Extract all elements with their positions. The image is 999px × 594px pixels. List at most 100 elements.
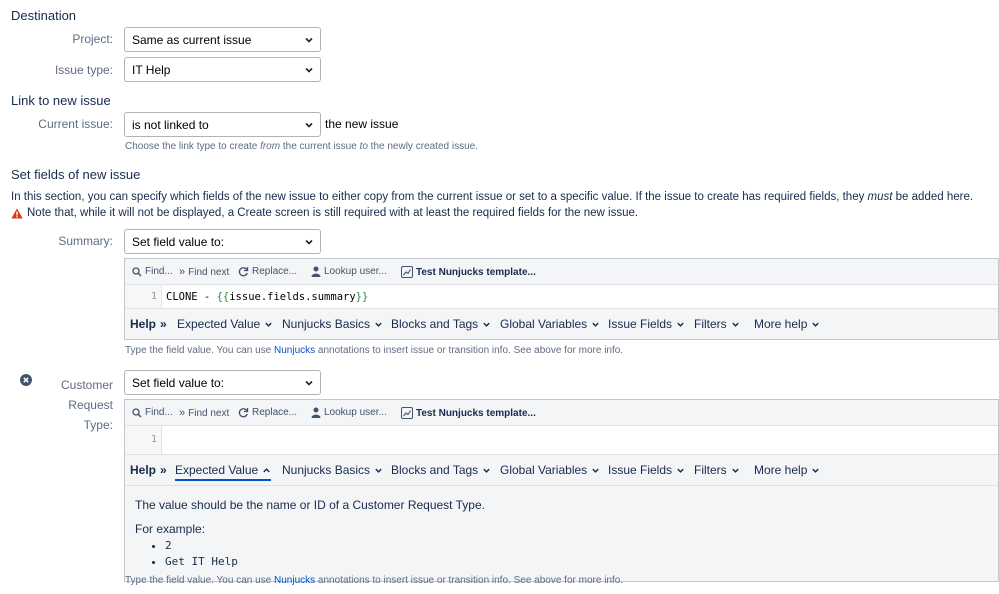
tab-nunjucks-basics[interactable]: Nunjucks Basics <box>282 317 383 331</box>
chevron-down-icon <box>677 468 684 473</box>
tab-global-variables[interactable]: Global Variables <box>500 463 600 477</box>
chevron-down-icon <box>592 468 599 473</box>
issue-type-select-value: IT Help <box>132 63 171 77</box>
customer-request-editor: Find... » Find next Replace... Lookup us… <box>124 399 999 582</box>
double-chevron-icon: » <box>179 407 186 419</box>
chevron-down-icon <box>265 322 272 327</box>
project-select[interactable]: Same as current issue <box>124 27 321 52</box>
help-bar: Help» Expected Value Nunjucks Basics Blo… <box>125 455 998 485</box>
chevron-down-icon <box>305 239 313 245</box>
nunjucks-link[interactable]: Nunjucks <box>274 345 315 356</box>
current-issue-label: Current issue: <box>38 117 113 131</box>
replace-button[interactable]: Replace... <box>238 266 297 277</box>
link-heading: Link to new issue <box>11 93 111 108</box>
summary-code: CLONE - {{issue.fields.summary}} <box>166 291 369 303</box>
test-template-button[interactable]: Test Nunjucks template... <box>401 407 536 419</box>
tab-blocks-tags[interactable]: Blocks and Tags <box>391 317 491 331</box>
tab-nunjucks-basics[interactable]: Nunjucks Basics <box>282 463 383 477</box>
test-template-button[interactable]: Test Nunjucks template... <box>401 266 536 278</box>
chevron-down-icon <box>305 380 313 386</box>
chevron-down-icon <box>375 322 382 327</box>
chart-icon <box>401 407 413 419</box>
customer-request-type-label: Customer Request Type: <box>60 378 113 432</box>
summary-label: Summary: <box>58 234 113 248</box>
chevron-down-icon <box>731 468 739 473</box>
link-help-text: Choose the link type to create from the … <box>125 141 478 152</box>
example-list: 2 Get IT Help <box>135 539 988 568</box>
chevron-down-icon <box>812 468 820 473</box>
customer-request-mode-select-value: Set field value to: <box>132 376 225 390</box>
tab-expected-value[interactable]: Expected Value <box>177 317 273 331</box>
tab-filters[interactable]: Filters <box>694 463 740 477</box>
project-label: Project: <box>72 32 113 46</box>
warning-icon <box>11 208 23 218</box>
line-number: 1 <box>125 285 162 308</box>
tab-expected-value[interactable]: Expected Value <box>175 463 272 481</box>
user-icon <box>311 266 321 277</box>
find-button[interactable]: Find... <box>132 266 173 277</box>
nunjucks-link[interactable]: Nunjucks <box>274 575 315 586</box>
example-heading: For example: <box>135 522 206 536</box>
tab-issue-fields[interactable]: Issue Fields <box>608 463 685 477</box>
expected-value-panel: The value should be the name or ID of a … <box>125 485 998 581</box>
link-type-select[interactable]: is not linked to <box>124 112 321 137</box>
project-select-value: Same as current issue <box>132 33 252 47</box>
tab-global-variables[interactable]: Global Variables <box>500 317 600 331</box>
double-chevron-icon: » <box>179 266 186 278</box>
chart-icon <box>401 266 413 278</box>
chevron-down-icon <box>305 67 313 73</box>
set-fields-heading: Set fields of new issue <box>11 167 141 182</box>
find-button[interactable]: Find... <box>132 407 173 418</box>
lookup-user-button[interactable]: Lookup user... <box>311 407 387 418</box>
chevron-down-icon <box>305 122 313 128</box>
chevron-down-icon <box>483 322 490 327</box>
chevron-up-icon <box>263 467 270 472</box>
expected-value-description: The value should be the name or ID of a … <box>135 498 485 512</box>
link-type-select-value: is not linked to <box>132 118 209 132</box>
find-next-button[interactable]: » Find next <box>179 407 229 419</box>
lookup-user-button[interactable]: Lookup user... <box>311 266 387 277</box>
list-item: 2 <box>165 539 988 552</box>
help-toggle[interactable]: Help» <box>130 317 167 331</box>
chevron-down-icon <box>677 322 684 327</box>
help-toggle[interactable]: Help» <box>130 463 167 477</box>
help-bar: Help» Expected Value Nunjucks Basics Blo… <box>125 309 998 339</box>
editor-toolbar: Find... » Find next Replace... Lookup us… <box>125 259 998 285</box>
chevron-down-icon <box>375 468 382 473</box>
customer-request-help-text: Type the field value. You can use Nunjuc… <box>125 575 624 586</box>
summary-code-line[interactable]: 1 CLONE - {{issue.fields.summary}} <box>125 285 998 309</box>
set-fields-intro: In this section, you can specify which f… <box>11 191 974 203</box>
chevron-down-icon <box>483 468 490 473</box>
customer-request-code-line[interactable]: 1 <box>125 426 998 455</box>
warning-note: Note that, while it will not be displaye… <box>11 207 638 219</box>
double-chevron-icon: » <box>160 463 167 477</box>
search-icon <box>132 407 142 417</box>
line-number: 1 <box>125 426 162 454</box>
search-icon <box>132 266 142 276</box>
list-item: Get IT Help <box>165 555 988 568</box>
destination-heading: Destination <box>11 8 77 23</box>
tab-blocks-tags[interactable]: Blocks and Tags <box>391 463 491 477</box>
chevron-down-icon <box>592 322 599 327</box>
find-next-button[interactable]: » Find next <box>179 266 229 278</box>
summary-mode-select[interactable]: Set field value to: <box>124 229 321 254</box>
issue-type-select[interactable]: IT Help <box>124 57 321 82</box>
tab-more-help[interactable]: More help <box>754 463 820 477</box>
chevron-down-icon <box>812 322 820 327</box>
link-suffix: the new issue <box>325 117 399 131</box>
chevron-down-icon <box>305 37 313 43</box>
summary-help-text: Type the field value. You can use Nunjuc… <box>125 345 624 356</box>
replace-button[interactable]: Replace... <box>238 407 297 418</box>
chevron-down-icon <box>731 322 739 327</box>
issue-type-label: Issue type: <box>54 63 113 77</box>
refresh-icon <box>238 408 249 418</box>
user-icon <box>311 407 321 418</box>
summary-editor: Find... » Find next Replace... Lookup us… <box>124 258 999 340</box>
tab-more-help[interactable]: More help <box>754 317 820 331</box>
summary-mode-select-value: Set field value to: <box>132 235 225 249</box>
customer-request-mode-select[interactable]: Set field value to: <box>124 370 321 395</box>
refresh-icon <box>238 267 249 277</box>
tab-filters[interactable]: Filters <box>694 317 740 331</box>
tab-issue-fields[interactable]: Issue Fields <box>608 317 685 331</box>
editor-toolbar: Find... » Find next Replace... Lookup us… <box>125 400 998 426</box>
